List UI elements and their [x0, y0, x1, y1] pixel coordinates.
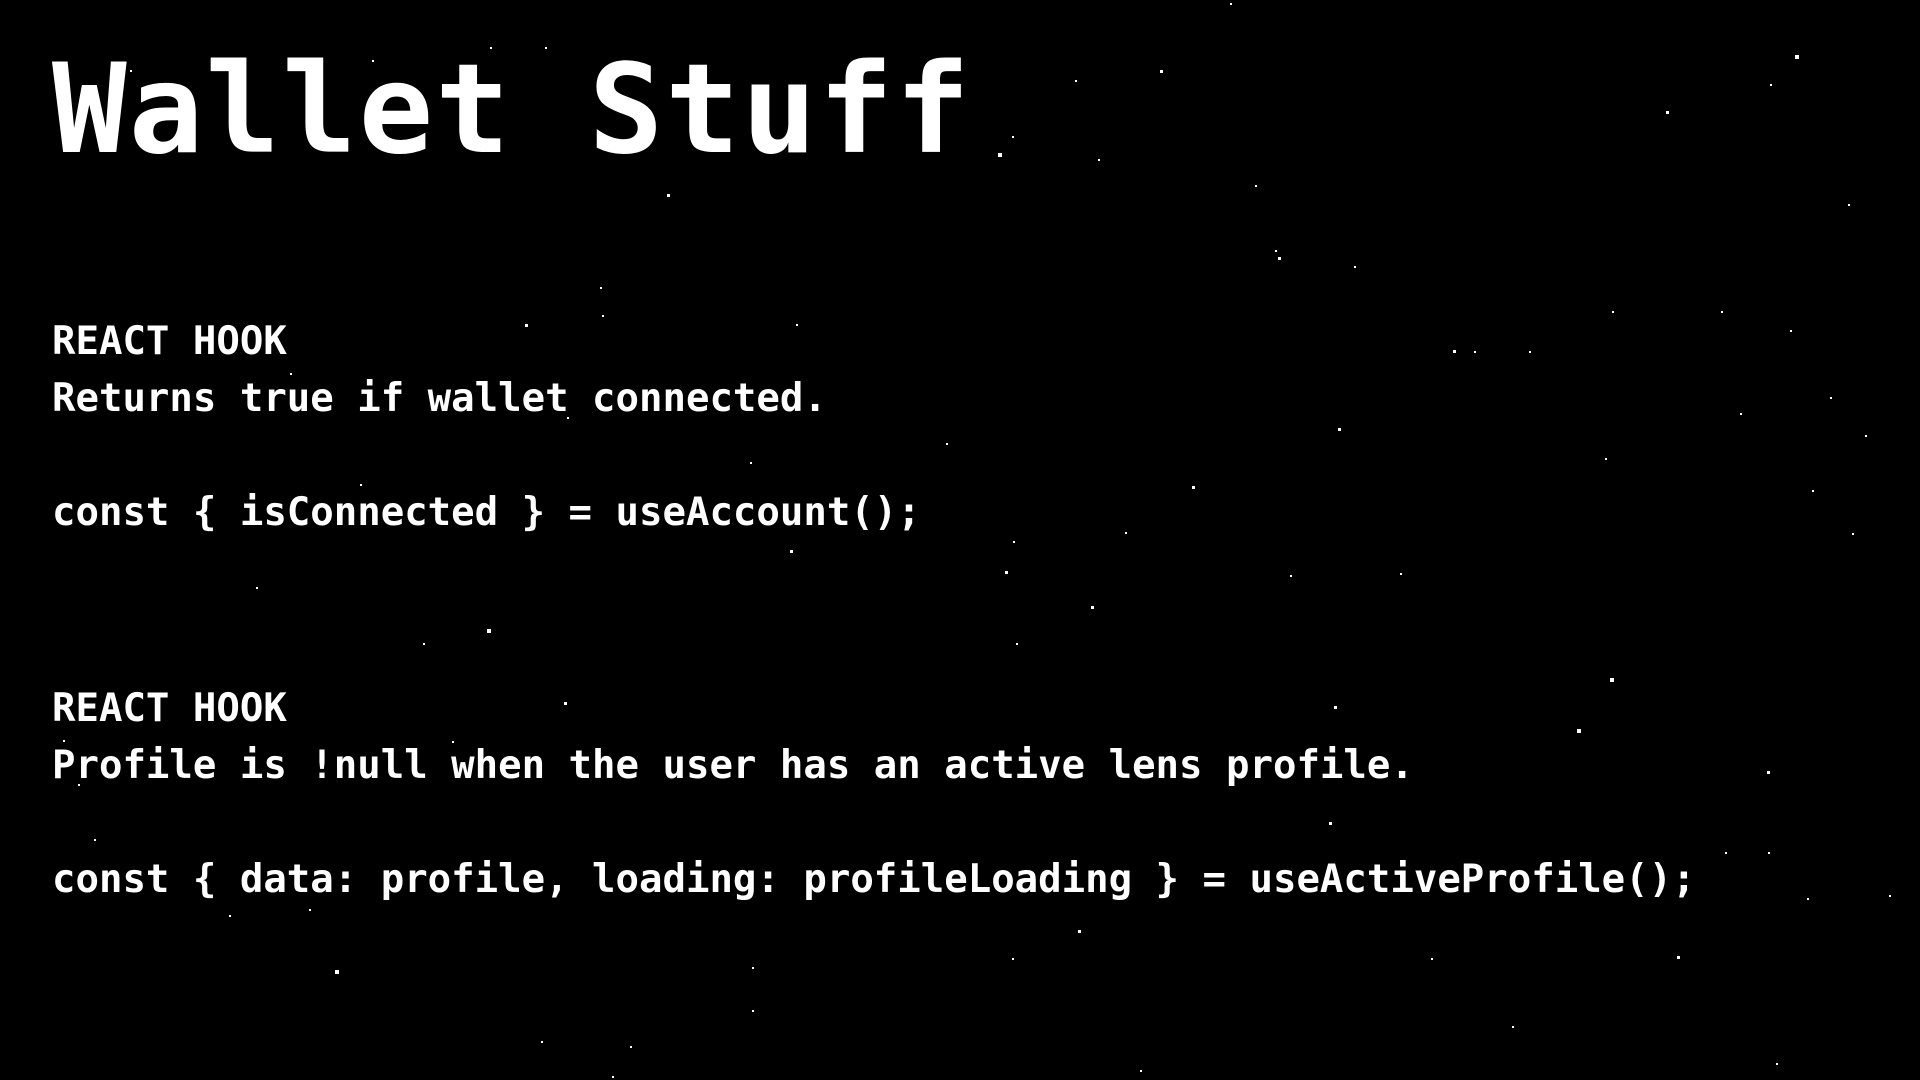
- code-snippet: const { isConnected } = useAccount();: [52, 490, 921, 535]
- star: [667, 194, 670, 197]
- star: [1013, 541, 1015, 543]
- star: [630, 1046, 632, 1048]
- star: [1290, 575, 1292, 577]
- code-snippet: const { data: profile, loading: profileL…: [52, 857, 1696, 902]
- star: [1012, 136, 1014, 138]
- star: [600, 287, 602, 289]
- star: [790, 550, 793, 553]
- star: [1275, 250, 1277, 252]
- star: [1354, 266, 1356, 268]
- star: [1078, 930, 1081, 933]
- star: [1255, 185, 1257, 187]
- star: [1795, 55, 1799, 59]
- star: [1091, 606, 1094, 609]
- star: [1016, 643, 1018, 645]
- star: [1278, 257, 1281, 260]
- section-label: REACT HOOK: [52, 319, 287, 364]
- star: [1400, 573, 1402, 575]
- star: [229, 915, 231, 917]
- star: [612, 1076, 614, 1078]
- star: [752, 1010, 754, 1012]
- hook-section-is-connected: REACT HOOK Returns true if wallet connec…: [52, 313, 1892, 541]
- hook-section-active-profile: REACT HOOK Profile is !null when the use…: [52, 680, 1892, 908]
- star: [256, 587, 258, 589]
- star: [1848, 204, 1850, 206]
- star: [998, 153, 1002, 157]
- section-label: REACT HOOK: [52, 686, 287, 731]
- star: [1431, 958, 1433, 960]
- section-description: Returns true if wallet connected.: [52, 376, 827, 421]
- star: [1012, 958, 1014, 960]
- section-description: Profile is !null when the user has an ac…: [52, 743, 1414, 788]
- slide: Wallet Stuff REACT HOOK Returns true if …: [0, 0, 1920, 1080]
- star: [541, 1041, 543, 1043]
- star: [423, 643, 425, 645]
- star: [335, 970, 339, 974]
- star: [1512, 1026, 1514, 1028]
- star: [1677, 956, 1680, 959]
- star: [1075, 80, 1077, 82]
- star: [1005, 571, 1008, 574]
- star: [1776, 1063, 1778, 1065]
- star: [309, 909, 311, 911]
- star: [487, 629, 491, 633]
- star: [1140, 1070, 1142, 1072]
- star: [1666, 111, 1669, 114]
- slide-title: Wallet Stuff: [52, 38, 972, 182]
- star: [1098, 159, 1100, 161]
- star: [1230, 3, 1232, 5]
- star: [1160, 70, 1163, 73]
- star: [752, 967, 754, 969]
- star: [1770, 84, 1772, 86]
